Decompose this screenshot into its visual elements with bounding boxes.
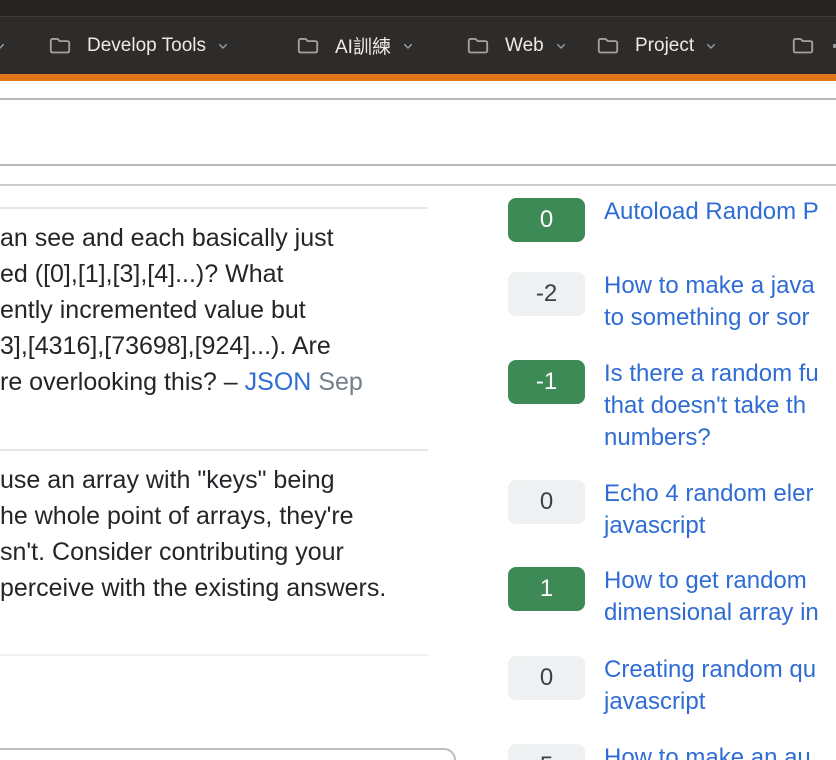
comment-divider xyxy=(0,654,428,656)
bookmark-folder-label: Develop Tools xyxy=(87,35,206,57)
chevron-down-icon xyxy=(400,38,416,54)
related-question-row: -2 How to make a java to something or so… xyxy=(508,272,836,316)
comment-line: 3],[4316],[73698],[924]...). Are xyxy=(0,328,470,364)
related-question-link[interactable]: How to make an au xyxy=(604,742,811,760)
related-question-link[interactable]: How to make a java to something or sor xyxy=(604,270,815,334)
comment-line: use an array with "keys" being xyxy=(0,462,470,498)
comment-line: an see and each basically just xyxy=(0,220,470,256)
related-question-row: 0 Echo 4 random eler javascript xyxy=(508,480,836,524)
clipped-bookmark-chevron[interactable] xyxy=(0,17,8,74)
related-question-row: 5 How to make an au xyxy=(508,744,836,760)
related-question-link[interactable]: How to get random dimensional array in xyxy=(604,565,819,629)
related-question-row: -1 Is there a random fu that doesn't tak… xyxy=(508,360,836,404)
related-question-link[interactable]: Echo 4 random eler javascript xyxy=(604,478,813,542)
comment-divider xyxy=(0,207,428,209)
folder-icon xyxy=(788,33,818,59)
comment-line: ed ([0],[1],[3],[4]...)? What xyxy=(0,256,470,292)
vote-score-badge: 0 xyxy=(508,656,585,700)
comment: use an array with "keys" being he whole … xyxy=(0,462,470,606)
chevron-down-icon xyxy=(553,38,569,54)
bookmarks-bar: Develop Tools AI訓練 Web xyxy=(0,17,836,74)
bookmark-folder-label: Project xyxy=(635,35,694,57)
comment-line: re overlooking this? –JSONSep xyxy=(0,364,470,400)
bookmark-folder-develop-tools[interactable]: Develop Tools xyxy=(45,17,231,74)
folder-icon xyxy=(593,33,623,59)
vote-score-badge: 0 xyxy=(508,480,585,524)
comment-line: sn't. Consider contributing your xyxy=(0,534,470,570)
comment-line: he whole point of arrays, they're xyxy=(0,498,470,534)
bookmark-folder-label: AI訓練 xyxy=(335,32,391,59)
comment-line: ently incremented value but xyxy=(0,292,470,328)
comment-input-box[interactable] xyxy=(0,748,456,760)
bookmark-folder-project[interactable]: Project xyxy=(593,17,719,74)
tab-group-accent-bar xyxy=(0,74,836,81)
vote-score-badge: -1 xyxy=(508,360,585,404)
page-divider xyxy=(0,184,836,186)
browser-window: Develop Tools AI訓練 Web xyxy=(0,0,836,760)
vote-score-badge: 5 xyxy=(508,744,585,760)
comment: an see and each basically just ed ([0],[… xyxy=(0,220,470,400)
folder-icon xyxy=(45,33,75,59)
comment-text: re overlooking this? – xyxy=(0,368,238,396)
window-titlebar xyxy=(0,0,836,17)
vote-score-badge: 1 xyxy=(508,567,585,611)
related-question-link[interactable]: Autoload Random P xyxy=(604,196,819,228)
bookmark-folder-label: Web xyxy=(505,35,544,57)
vote-score-badge: 0 xyxy=(508,198,585,242)
related-question-row: 0 Creating random qu javascript xyxy=(508,656,836,700)
chevron-down-icon xyxy=(703,38,719,54)
bookmark-folder-clipped[interactable] xyxy=(788,17,818,74)
comment-date: Sep xyxy=(318,368,362,396)
bookmark-folder-ai-training[interactable]: AI訓練 xyxy=(293,17,416,74)
chevron-down-icon xyxy=(0,38,8,54)
related-question-link[interactable]: Creating random qu javascript xyxy=(604,654,816,718)
related-question-link[interactable]: Is there a random fu that doesn't take t… xyxy=(604,358,819,454)
folder-icon xyxy=(463,33,493,59)
bookmark-folder-web[interactable]: Web xyxy=(463,17,569,74)
comment-line: perceive with the existing answers. xyxy=(0,570,470,606)
page-divider xyxy=(0,164,836,166)
page-divider xyxy=(0,98,836,100)
chevron-down-icon xyxy=(215,38,231,54)
folder-icon xyxy=(293,33,323,59)
comment-divider xyxy=(0,449,428,451)
browser-topbar: Develop Tools AI訓練 Web xyxy=(0,0,836,74)
vote-score-badge: -2 xyxy=(508,272,585,316)
related-question-row: 1 How to get random dimensional array in xyxy=(508,567,836,611)
related-question-row: 0 Autoload Random P xyxy=(508,198,836,242)
comment-author-link[interactable]: JSON xyxy=(245,368,312,396)
